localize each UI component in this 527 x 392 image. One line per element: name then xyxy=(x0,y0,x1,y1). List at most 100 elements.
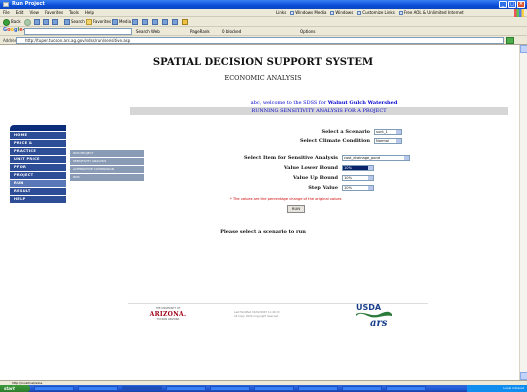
subnav-run[interactable]: RUN xyxy=(70,174,144,181)
home-button[interactable] xyxy=(52,18,58,26)
search-web-button[interactable]: Search Web xyxy=(136,27,160,36)
print-button[interactable] xyxy=(152,18,158,26)
nav-practice[interactable]: PRACTICE xyxy=(10,148,66,155)
nav-result[interactable]: RESULT xyxy=(10,188,66,195)
welcome-line: abc, welcome to the SDSS for Walnut Gulc… xyxy=(130,100,518,106)
menu-help[interactable]: Help xyxy=(85,9,94,16)
taskbar-item[interactable] xyxy=(166,386,206,391)
media-button[interactable]: Media xyxy=(112,18,131,26)
chevron-down-icon xyxy=(396,139,401,143)
windows-logo-icon xyxy=(514,9,524,17)
percentage-note: * The values are the percentage change o… xyxy=(230,197,342,201)
messenger-button[interactable] xyxy=(182,18,188,26)
nav-project[interactable]: PROJECT xyxy=(10,172,66,179)
menu-edit[interactable]: Edit xyxy=(16,9,24,16)
messenger-icon xyxy=(182,19,188,25)
taskbar-item[interactable] xyxy=(78,386,118,391)
address-input[interactable]: http://tuper.tucson.ars.ag.gov/sdss/run/… xyxy=(16,37,504,44)
google-options-button[interactable]: Options xyxy=(300,27,315,36)
usda-ars-icon: USDA ars xyxy=(356,303,392,329)
popup-blocker[interactable]: 0 blocked xyxy=(222,27,241,36)
page-icon xyxy=(357,11,362,15)
favorites-button[interactable]: Favorites xyxy=(86,18,111,26)
svg-text:ars: ars xyxy=(370,318,388,328)
close-button[interactable]: × xyxy=(517,1,525,8)
svg-text:USDA: USDA xyxy=(356,303,382,312)
lower-bound-select[interactable]: 10% xyxy=(342,165,374,171)
footer-info: Last Modified 01/02/2007 11:40:13 All Co… xyxy=(234,311,280,319)
forward-button[interactable] xyxy=(24,18,31,26)
scroll-up-arrow-icon[interactable] xyxy=(520,45,527,53)
nav-help[interactable]: HELP xyxy=(10,196,66,203)
link-customize[interactable]: Customize Links xyxy=(357,9,395,17)
menu-file[interactable]: File xyxy=(3,9,10,16)
taskbar-item[interactable] xyxy=(34,386,74,391)
refresh-button[interactable] xyxy=(43,18,49,26)
upper-bound-select[interactable]: 10% xyxy=(342,175,374,181)
pagerank-indicator[interactable]: PageRank xyxy=(190,27,210,36)
link-windows[interactable]: Windows xyxy=(330,9,353,17)
nav-price[interactable]: PRICE & xyxy=(10,140,66,147)
forward-arrow-icon xyxy=(24,18,31,26)
mail-button[interactable] xyxy=(142,18,148,26)
title-bar: Run Project _ □ × xyxy=(0,0,527,9)
main-nav: HOME PRICE & PRACTICE UNIT PRICE PFOR PR… xyxy=(10,125,66,203)
subnav-alternative[interactable]: ALTERNATIVE COMPARISON xyxy=(70,166,144,173)
nav-unit-price[interactable]: UNIT PRICE xyxy=(10,156,66,163)
run-button[interactable]: RUN xyxy=(287,205,305,213)
link-windows-media[interactable]: Windows Media xyxy=(290,9,326,17)
discuss-icon xyxy=(172,19,178,25)
taskbar-item[interactable] xyxy=(342,386,382,391)
page-content: SPATIAL DECISION SUPPORT SYSTEM ECONOMIC… xyxy=(0,45,527,380)
taskbar-item[interactable] xyxy=(254,386,294,391)
taskbar-item-active[interactable] xyxy=(122,386,162,391)
scenario-select[interactable]: sunt_1 xyxy=(374,129,402,135)
subnav-run-project[interactable]: RUN PROJECT xyxy=(70,150,144,157)
vertical-scrollbar[interactable] xyxy=(519,45,527,380)
welcome-text: , welcome to the SDSS for xyxy=(259,100,327,106)
scroll-down-arrow-icon[interactable] xyxy=(520,372,527,380)
google-logo[interactable]: Google- xyxy=(3,27,25,33)
search-button[interactable]: Search xyxy=(64,18,85,26)
step-select[interactable]: 10% xyxy=(342,185,374,191)
copyright-text: All Copy. 2004 Copyright reserved xyxy=(234,315,279,318)
media-icon xyxy=(112,19,118,25)
google-search-input[interactable] xyxy=(24,28,132,35)
menu-view[interactable]: View xyxy=(29,9,39,16)
mail-icon xyxy=(142,19,148,25)
nav-pfor[interactable]: PFOR xyxy=(10,164,66,171)
usda-ars-logo[interactable]: USDA ars xyxy=(354,300,394,329)
back-arrow-icon xyxy=(3,18,10,26)
climate-select[interactable]: Normal xyxy=(374,138,402,144)
page-subtitle: ECONOMIC ANALYSIS xyxy=(224,74,302,82)
discuss-button[interactable] xyxy=(172,18,178,26)
link-aol[interactable]: Free AOL & Unlimited Internet xyxy=(398,9,464,17)
page-title: SPATIAL DECISION SUPPORT SYSTEM xyxy=(152,57,374,68)
maximize-button[interactable]: □ xyxy=(508,1,516,8)
back-button[interactable]: Back xyxy=(3,18,21,26)
nav-header xyxy=(10,125,66,131)
sub-nav: RUN PROJECT SENSITIVITY ANALYSIS ALTERNA… xyxy=(70,150,144,182)
edit-button[interactable] xyxy=(162,18,168,26)
taskbar-item[interactable] xyxy=(298,386,338,391)
university-of-arizona-logo[interactable]: THE UNIVERSITY OF ARIZONA. TUCSON ARIZON… xyxy=(144,307,192,329)
go-button[interactable] xyxy=(506,37,514,44)
address-bar: Address http://tuper.tucson.ars.ag.gov/s… xyxy=(0,36,527,45)
item-select[interactable]: cost_drainage_pond xyxy=(342,155,410,161)
nav-run[interactable]: RUN xyxy=(10,180,66,187)
taskbar-item[interactable] xyxy=(210,386,250,391)
menu-tools[interactable]: Tools xyxy=(69,9,79,16)
chevron-down-icon xyxy=(368,176,373,180)
menu-favorites[interactable]: Favorites xyxy=(45,9,63,16)
minimize-button[interactable]: _ xyxy=(499,1,507,8)
taskbar-item[interactable] xyxy=(386,386,426,391)
start-button[interactable]: start xyxy=(0,385,30,392)
watershed-name: Walnut Gulch Watershed xyxy=(327,100,398,106)
chevron-down-icon xyxy=(404,156,409,160)
stop-button[interactable] xyxy=(34,18,40,26)
links-label[interactable]: Links xyxy=(276,9,286,17)
nav-home[interactable]: HOME xyxy=(10,132,66,139)
history-button[interactable] xyxy=(132,18,138,26)
subnav-sensitivity[interactable]: SENSITIVITY ANALYSIS xyxy=(70,158,144,165)
chevron-down-icon xyxy=(368,186,373,190)
